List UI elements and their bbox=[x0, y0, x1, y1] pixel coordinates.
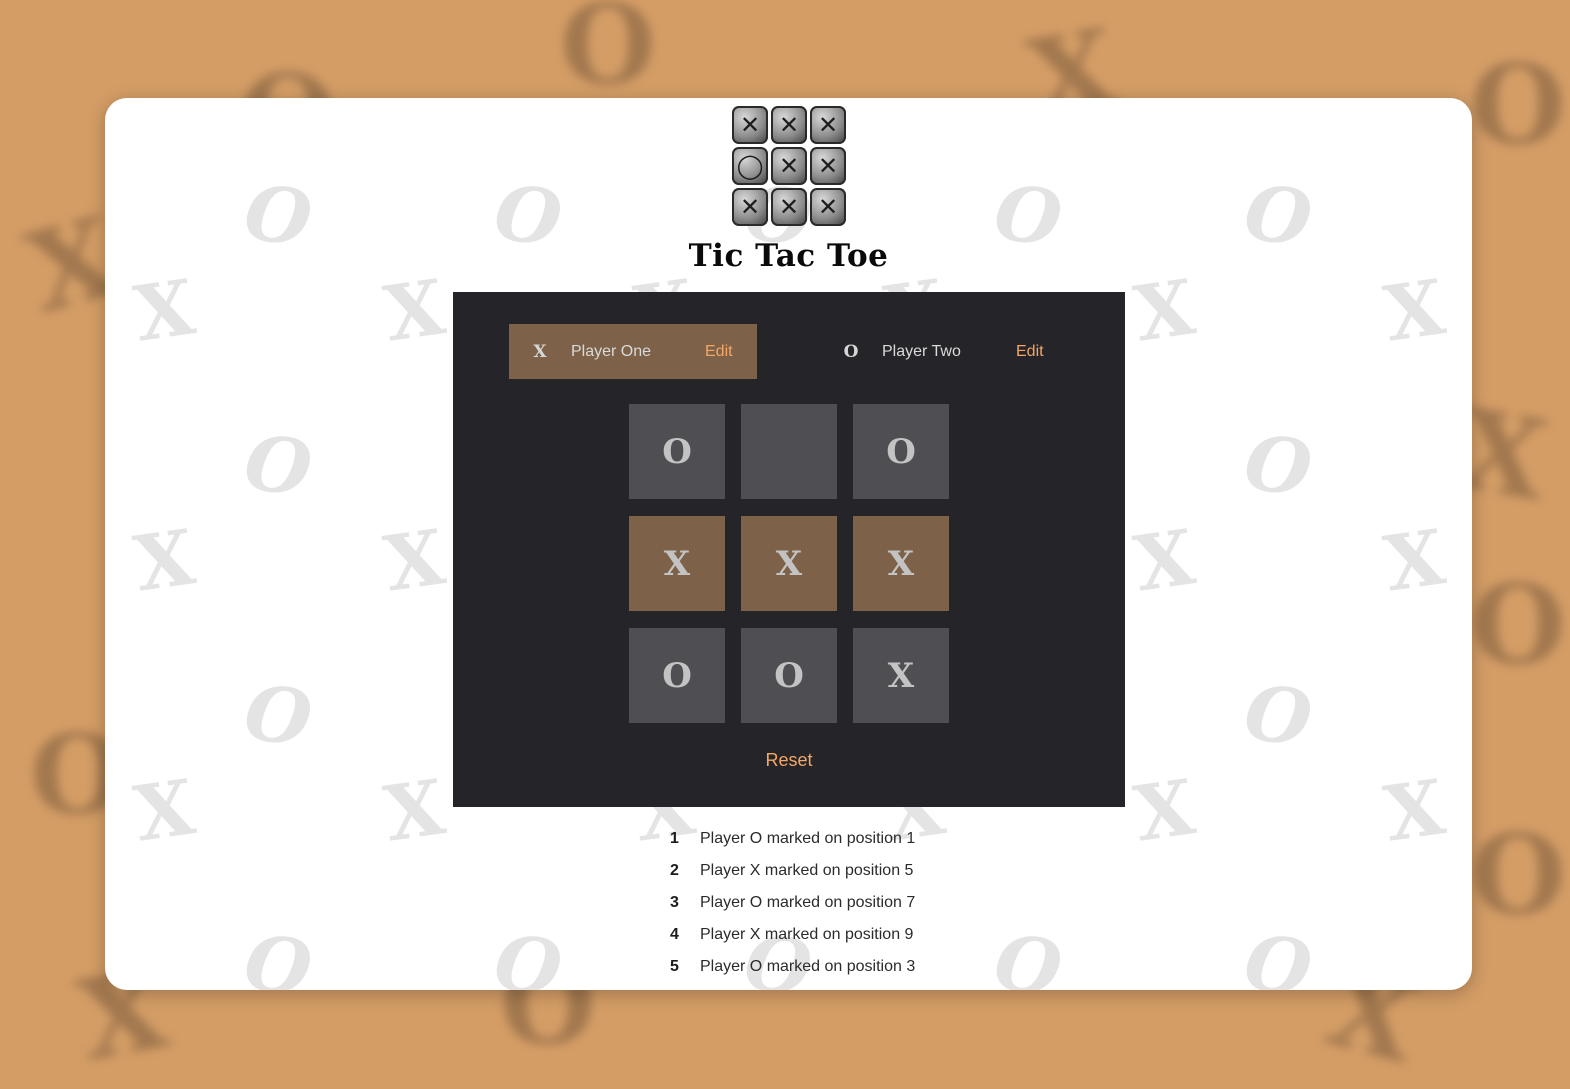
page-title: Tic Tac Toe bbox=[688, 238, 889, 274]
pattern-x-glyph: X bbox=[379, 262, 450, 359]
pattern-x-glyph: X bbox=[1379, 262, 1450, 359]
pattern-o-glyph: O bbox=[1239, 916, 1318, 990]
log-item: 1 Player O marked on position 1 bbox=[665, 830, 915, 862]
log-item: 3 Player O marked on position 7 bbox=[665, 894, 915, 926]
game-board: O O X X X O O X bbox=[629, 404, 949, 723]
player-one-panel: X Player One Edit bbox=[509, 324, 757, 379]
pattern-x-glyph: X bbox=[1129, 512, 1200, 609]
player-two-symbol: O bbox=[843, 341, 859, 362]
pattern-o-glyph: O bbox=[239, 416, 318, 515]
tic-tac-toe-logo: ✕ ✕ ✕ ◯ ✕ ✕ ✕ ✕ ✕ bbox=[732, 106, 846, 228]
logo-tile: ✕ bbox=[771, 147, 807, 185]
pattern-x-glyph: X bbox=[129, 262, 200, 359]
reset-button[interactable]: Reset bbox=[453, 750, 1125, 771]
log-item-number: 1 bbox=[670, 830, 679, 847]
pattern-x-glyph: X bbox=[379, 762, 450, 859]
pattern-x-glyph: X bbox=[129, 512, 200, 609]
board-cell-2[interactable] bbox=[741, 404, 837, 499]
board-cell-1[interactable]: O bbox=[629, 404, 725, 499]
pattern-o-glyph: O bbox=[239, 916, 318, 990]
log-item: 4 Player X marked on position 9 bbox=[665, 926, 915, 958]
log-item-number: 2 bbox=[670, 862, 679, 879]
log-item-number: 3 bbox=[670, 894, 679, 911]
log-item-text: Player O marked on position 1 bbox=[700, 830, 916, 847]
logo-tile: ✕ bbox=[771, 188, 807, 226]
player-one-edit-button[interactable]: Edit bbox=[705, 343, 733, 361]
pattern-x-glyph: X bbox=[1379, 512, 1450, 609]
log-item-number: 5 bbox=[670, 958, 679, 975]
board-cell-5[interactable]: X bbox=[741, 516, 837, 611]
player-one-symbol: X bbox=[533, 341, 547, 362]
board-cell-7[interactable]: O bbox=[629, 628, 725, 723]
player-one-name: Player One bbox=[571, 342, 652, 360]
logo-tile: ✕ bbox=[810, 188, 846, 226]
log-item-text: Player X marked on position 9 bbox=[700, 926, 914, 943]
board-cell-8[interactable]: O bbox=[741, 628, 837, 723]
pattern-o-glyph: O bbox=[1239, 416, 1318, 515]
player-two-edit-button[interactable]: Edit bbox=[1016, 343, 1044, 361]
log-item-text: Player O marked on position 7 bbox=[700, 894, 916, 911]
game-panel: X Player One Edit O Player Two Edit O O … bbox=[453, 292, 1125, 807]
logo-tile: ◯ bbox=[732, 147, 768, 185]
logo-tile: ✕ bbox=[810, 147, 846, 185]
log-item: 2 Player X marked on position 5 bbox=[665, 862, 915, 894]
board-cell-6[interactable]: X bbox=[853, 516, 949, 611]
pattern-o-glyph: O bbox=[239, 666, 318, 765]
pattern-o-glyph: O bbox=[1239, 666, 1318, 765]
board-cell-4[interactable]: X bbox=[629, 516, 725, 611]
player-two-name: Player Two bbox=[882, 342, 961, 360]
pattern-x-glyph: X bbox=[129, 762, 200, 859]
pattern-x-glyph: X bbox=[1129, 762, 1200, 859]
pattern-x-glyph: X bbox=[379, 512, 450, 609]
logo-tile: ✕ bbox=[732, 188, 768, 226]
pattern-o-glyph: O bbox=[489, 916, 568, 990]
move-log: 1 Player O marked on position 1 2 Player… bbox=[665, 830, 915, 990]
game-card: OOOOOOXXXXXXOOOOOOXXXXXXOOOOOOXXXXXXOOOO… bbox=[105, 98, 1472, 990]
log-item-text: Player X marked on position 5 bbox=[700, 862, 914, 879]
player-two-panel: O Player Two Edit bbox=[820, 324, 1068, 379]
logo-tile: ✕ bbox=[771, 106, 807, 144]
pattern-x-glyph: X bbox=[1129, 262, 1200, 359]
log-item-number: 4 bbox=[670, 926, 679, 943]
log-item: 5 Player O marked on position 3 bbox=[665, 958, 915, 990]
pattern-x-glyph: X bbox=[1379, 762, 1450, 859]
board-cell-9[interactable]: X bbox=[853, 628, 949, 723]
logo-tile: ✕ bbox=[810, 106, 846, 144]
pattern-o-glyph: O bbox=[989, 916, 1068, 990]
log-item-text: Player O marked on position 3 bbox=[700, 958, 916, 975]
board-cell-3[interactable]: O bbox=[853, 404, 949, 499]
logo-tile: ✕ bbox=[732, 106, 768, 144]
